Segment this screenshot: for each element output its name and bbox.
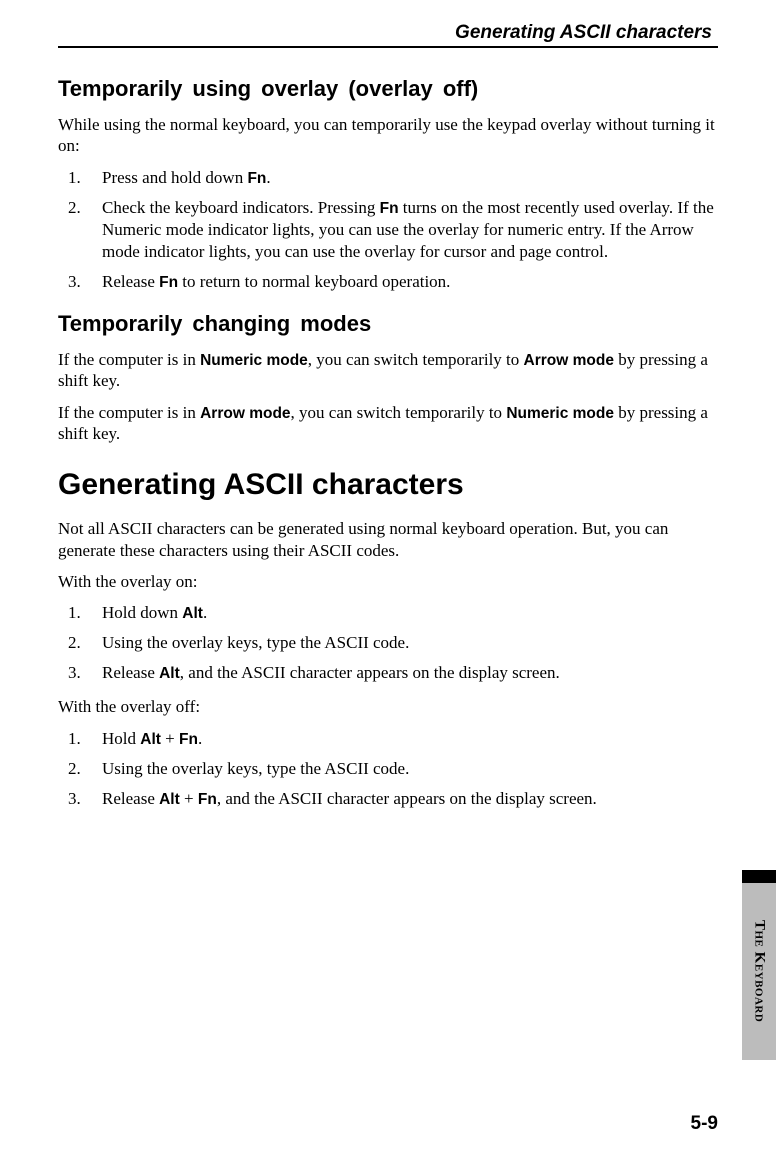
side-tab: The Keyboard bbox=[742, 870, 776, 1060]
text: , you can switch temporarily to bbox=[291, 403, 507, 422]
overlay-on-label: With the overlay on: bbox=[58, 571, 718, 592]
section1-steps: 1. Press and hold down Fn. 2. Check the … bbox=[58, 167, 718, 294]
overlay-off-steps: 1. Hold Alt + Fn. 2. Using the overlay k… bbox=[58, 728, 718, 810]
step-number: 3. bbox=[68, 788, 81, 810]
text: , you can switch temporarily to bbox=[308, 350, 524, 369]
mode-name: Numeric mode bbox=[506, 405, 614, 422]
list-item: 2. Using the overlay keys, type the ASCI… bbox=[58, 758, 718, 780]
step-number: 3. bbox=[68, 662, 81, 684]
key-name: Alt bbox=[159, 665, 180, 682]
list-item: 1. Hold Alt + Fn. bbox=[58, 728, 718, 750]
running-head: Generating ASCII characters bbox=[58, 22, 718, 44]
header-rule bbox=[58, 46, 718, 48]
step-text: , and the ASCII character appears on the… bbox=[217, 789, 597, 808]
step-number: 1. bbox=[68, 167, 81, 189]
step-text: . bbox=[203, 603, 207, 622]
section3-title: Generating ASCII characters bbox=[58, 468, 718, 502]
step-text: Hold down bbox=[102, 603, 182, 622]
step-text: Check the keyboard indicators. Pressing bbox=[102, 198, 380, 217]
step-number: 1. bbox=[68, 728, 81, 750]
page-number: 5-9 bbox=[691, 1113, 718, 1135]
list-item: 3. Release Alt, and the ASCII character … bbox=[58, 662, 718, 684]
step-number: 2. bbox=[68, 197, 81, 219]
key-name: Fn bbox=[179, 731, 198, 748]
side-tab-marker bbox=[742, 870, 776, 883]
key-name: Fn bbox=[247, 170, 266, 187]
step-text: . bbox=[198, 729, 202, 748]
text: If the computer is in bbox=[58, 403, 200, 422]
mode-name: Arrow mode bbox=[200, 405, 290, 422]
text: If the computer is in bbox=[58, 350, 200, 369]
list-item: 1. Hold down Alt. bbox=[58, 602, 718, 624]
step-text: Release bbox=[102, 663, 159, 682]
list-item: 2. Using the overlay keys, type the ASCI… bbox=[58, 632, 718, 654]
step-text: Release bbox=[102, 272, 159, 291]
side-tab-body: The Keyboard bbox=[742, 883, 776, 1060]
step-text: to return to normal keyboard operation. bbox=[178, 272, 450, 291]
list-item: 3. Release Fn to return to normal keyboa… bbox=[58, 271, 718, 293]
side-tab-label: The Keyboard bbox=[751, 920, 768, 1022]
section2-p1: If the computer is in Numeric mode, you … bbox=[58, 349, 718, 392]
step-text: Using the overlay keys, type the ASCII c… bbox=[102, 633, 409, 652]
mode-name: Numeric mode bbox=[200, 352, 308, 369]
section2-title: Temporarily changing modes bbox=[58, 311, 718, 337]
step-text: . bbox=[266, 168, 270, 187]
step-number: 2. bbox=[68, 758, 81, 780]
overlay-off-label: With the overlay off: bbox=[58, 696, 718, 717]
key-name: Fn bbox=[159, 274, 178, 291]
mode-name: Arrow mode bbox=[524, 352, 614, 369]
step-text: Using the overlay keys, type the ASCII c… bbox=[102, 759, 409, 778]
step-text: Press and hold down bbox=[102, 168, 247, 187]
step-text: + bbox=[180, 789, 198, 808]
section1-intro: While using the normal keyboard, you can… bbox=[58, 114, 718, 157]
section2-p2: If the computer is in Arrow mode, you ca… bbox=[58, 402, 718, 445]
step-number: 2. bbox=[68, 632, 81, 654]
step-number: 3. bbox=[68, 271, 81, 293]
key-name: Fn bbox=[380, 200, 399, 217]
section3-intro: Not all ASCII characters can be generate… bbox=[58, 518, 718, 561]
section1-title: Temporarily using overlay (overlay off) bbox=[58, 76, 718, 102]
key-name: Alt bbox=[159, 791, 180, 808]
list-item: 2. Check the keyboard indicators. Pressi… bbox=[58, 197, 718, 263]
list-item: 3. Release Alt + Fn, and the ASCII chara… bbox=[58, 788, 718, 810]
step-number: 1. bbox=[68, 602, 81, 624]
step-text: Release bbox=[102, 789, 159, 808]
step-text: Hold bbox=[102, 729, 140, 748]
key-name: Alt bbox=[140, 731, 161, 748]
list-item: 1. Press and hold down Fn. bbox=[58, 167, 718, 189]
key-name: Alt bbox=[182, 605, 203, 622]
step-text: + bbox=[161, 729, 179, 748]
step-text: , and the ASCII character appears on the… bbox=[180, 663, 560, 682]
key-name: Fn bbox=[198, 791, 217, 808]
overlay-on-steps: 1. Hold down Alt. 2. Using the overlay k… bbox=[58, 602, 718, 684]
